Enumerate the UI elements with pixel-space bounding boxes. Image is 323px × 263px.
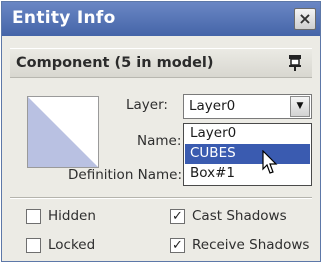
layer-dropdown-list: Layer0 CUBES Box#1	[183, 123, 312, 186]
name-label: Name:	[137, 133, 182, 149]
layer-dropdown[interactable]: Layer0 ▼	[183, 94, 312, 119]
layer-dropdown-value: Layer0	[189, 98, 236, 114]
dropdown-option-cubes[interactable]: CUBES	[185, 144, 310, 164]
layer-label: Layer:	[126, 97, 168, 113]
cast-shadows-label: Cast Shadows	[192, 208, 287, 224]
definition-name-label: Definition Name:	[68, 167, 183, 183]
hidden-label: Hidden	[48, 208, 96, 224]
hidden-checkbox[interactable]	[26, 209, 41, 224]
section-title: Component (5 in model)	[16, 55, 214, 71]
title-bar[interactable]: Entity Info ×	[2, 2, 320, 36]
window-title: Entity Info	[12, 8, 116, 28]
chevron-down-icon[interactable]: ▼	[290, 96, 310, 117]
entity-info-window: Entity Info × Component (5 in model) Lay…	[1, 1, 321, 262]
dropdown-option-box1[interactable]: Box#1	[185, 164, 310, 184]
receive-shadows-label: Receive Shadows	[192, 237, 310, 253]
pin-icon[interactable]	[288, 54, 302, 72]
component-section-header: Component (5 in model)	[10, 48, 312, 78]
locked-label: Locked	[48, 237, 96, 253]
close-icon: ×	[298, 9, 312, 28]
locked-checkbox[interactable]	[26, 238, 41, 253]
mouse-pointer-icon	[262, 150, 278, 174]
section-divider	[10, 197, 312, 199]
dropdown-option-layer0[interactable]: Layer0	[185, 124, 310, 144]
close-button[interactable]: ×	[294, 8, 316, 30]
receive-shadows-checkbox[interactable]: ✓	[170, 238, 185, 253]
component-preview-thumbnail	[27, 96, 99, 168]
cast-shadows-checkbox[interactable]: ✓	[170, 209, 185, 224]
